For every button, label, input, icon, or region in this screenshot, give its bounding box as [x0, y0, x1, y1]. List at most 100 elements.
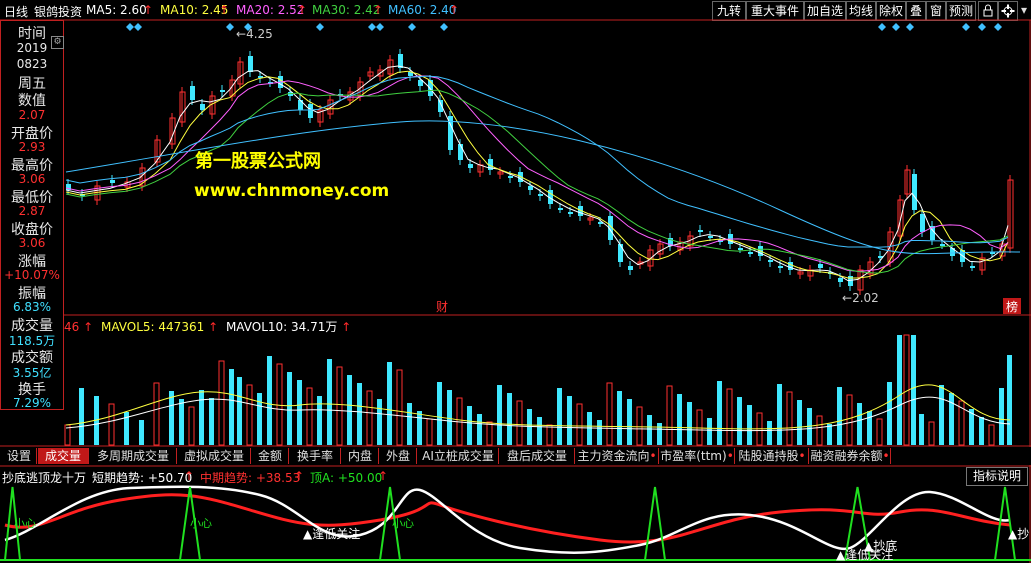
top-up-icon: ↑	[378, 469, 389, 483]
volume-bar	[357, 383, 362, 445]
volume-bar	[647, 415, 652, 445]
tab-settings[interactable]: 设置	[2, 448, 37, 464]
tab-after-hours-volume[interactable]: 盘后成交量	[500, 448, 575, 464]
candle	[698, 230, 703, 232]
volume-bar	[467, 406, 472, 445]
volume-bar	[919, 414, 924, 445]
indicator-explain-button[interactable]: 指标说明	[966, 467, 1028, 486]
tab-outer-volume[interactable]: 外盘	[380, 448, 417, 464]
volume-bar	[707, 418, 712, 445]
watermark-title: 第一股票公式网	[195, 151, 321, 172]
mid-up-icon: ↑	[294, 469, 305, 483]
tab-inner-volume[interactable]: 内盘	[342, 448, 379, 464]
indicator-name: 抄底逃顶龙十万	[2, 471, 87, 485]
ranking-tag[interactable]: 榜	[1003, 298, 1021, 314]
event-marker-icon	[906, 23, 914, 31]
volume-bar	[687, 402, 692, 445]
volume-bar	[407, 403, 412, 445]
volume-bar	[153, 382, 160, 446]
indicator-header: 抄底逃顶龙十万 短期趋势: +50.70 ↑ 中期趋势: +38.53 ↑ 顶A…	[0, 467, 1031, 485]
volume-bar	[816, 415, 823, 446]
event-marker-icon	[316, 23, 324, 31]
event-marker-icon	[226, 23, 234, 31]
tab-main-capital-flow[interactable]: 主力资金流向•	[576, 448, 659, 464]
event-marker-icon	[994, 23, 1002, 31]
candle	[970, 266, 975, 268]
tab-ai-volume[interactable]: AI立桩成交量	[418, 448, 499, 464]
candle	[738, 248, 743, 250]
volume-bar	[797, 400, 802, 445]
open-value: 2.93	[18, 140, 46, 154]
volume-bar	[188, 406, 195, 446]
candle	[458, 144, 463, 160]
volume-bar	[677, 394, 682, 445]
signal-label: ▲逢低关注	[303, 527, 361, 541]
volume-bar	[486, 421, 493, 446]
volume-header-value: 46	[64, 320, 80, 334]
event-marker-icon	[126, 23, 134, 31]
event-marker-icon	[878, 23, 886, 31]
signal-label: 小心	[392, 517, 414, 530]
top-a-spike	[644, 486, 666, 561]
tab-volume[interactable]: 成交量	[38, 448, 89, 464]
candle	[308, 104, 313, 118]
candle	[538, 194, 543, 196]
indicator-tabs: 设置 成交量 多周期成交量 虚拟成交量 金额 换手率 内盘 外盘 AI立桩成交量…	[0, 447, 1031, 465]
volume-bar	[1007, 355, 1012, 445]
low-value: 2.87	[18, 204, 46, 218]
volume-bar	[246, 384, 253, 446]
volume-bar	[179, 399, 184, 445]
volume-bar	[949, 393, 954, 445]
volume-bar	[257, 393, 262, 445]
candle	[468, 164, 473, 168]
candle	[618, 244, 623, 262]
candle	[508, 176, 513, 178]
volume-bar	[417, 411, 422, 445]
volume-bar	[447, 390, 452, 445]
event-marker-icon	[978, 23, 986, 31]
event-marker-icon	[892, 23, 900, 31]
event-marker-icon	[376, 23, 384, 31]
tab-hk-connect-holdings[interactable]: 陆股通持股•	[736, 448, 809, 464]
volume-bar	[267, 356, 272, 445]
volume-bar	[867, 411, 872, 445]
panel-settings-icon[interactable]: ⚙	[51, 36, 64, 49]
candle	[940, 244, 945, 246]
tab-pe-ttm[interactable]: 市盈率(ttm)•	[660, 448, 735, 464]
volume-bar	[297, 380, 302, 445]
low-marker: ←2.02	[842, 291, 879, 305]
watermark-url: www.chnmoney.com	[194, 181, 390, 201]
candle	[220, 90, 225, 92]
volume-bar	[396, 369, 403, 446]
volume-bar	[597, 420, 602, 445]
volume-bar	[387, 362, 392, 445]
top-a-value: 顶A: +50.00	[310, 471, 383, 485]
event-marker-icon	[408, 23, 416, 31]
mid-trend-value: 中期趋势: +38.53	[200, 471, 301, 485]
finance-tag[interactable]: 财	[436, 298, 448, 315]
volume-bar	[139, 420, 144, 445]
volume-bar	[336, 366, 343, 446]
candle	[838, 278, 843, 282]
volume-bar	[229, 369, 234, 445]
tab-turnover[interactable]: 换手率	[290, 448, 341, 464]
tab-amount[interactable]: 金额	[252, 448, 289, 464]
volume-bar	[576, 403, 583, 446]
change-value: +10.07%	[4, 268, 60, 282]
tab-margin-balance[interactable]: 融资融券余额•	[810, 448, 891, 464]
tab-multi-period-volume[interactable]: 多周期成交量	[90, 448, 177, 464]
ma-line-ma20	[65, 75, 1009, 272]
amplitude-value: 6.83%	[12, 300, 52, 314]
candle	[558, 208, 563, 210]
volume-bar	[666, 385, 673, 446]
tab-virtual-volume[interactable]: 虚拟成交量	[178, 448, 251, 464]
volume-bar	[911, 335, 916, 445]
volume-bar	[726, 388, 733, 446]
date-value: 0823	[16, 57, 48, 71]
volume-bar	[327, 359, 332, 445]
candle	[200, 104, 205, 110]
close-value: 3.06	[18, 236, 46, 250]
candle	[818, 264, 823, 268]
volume-bar	[837, 387, 842, 445]
signal-label: 小心	[14, 517, 36, 530]
